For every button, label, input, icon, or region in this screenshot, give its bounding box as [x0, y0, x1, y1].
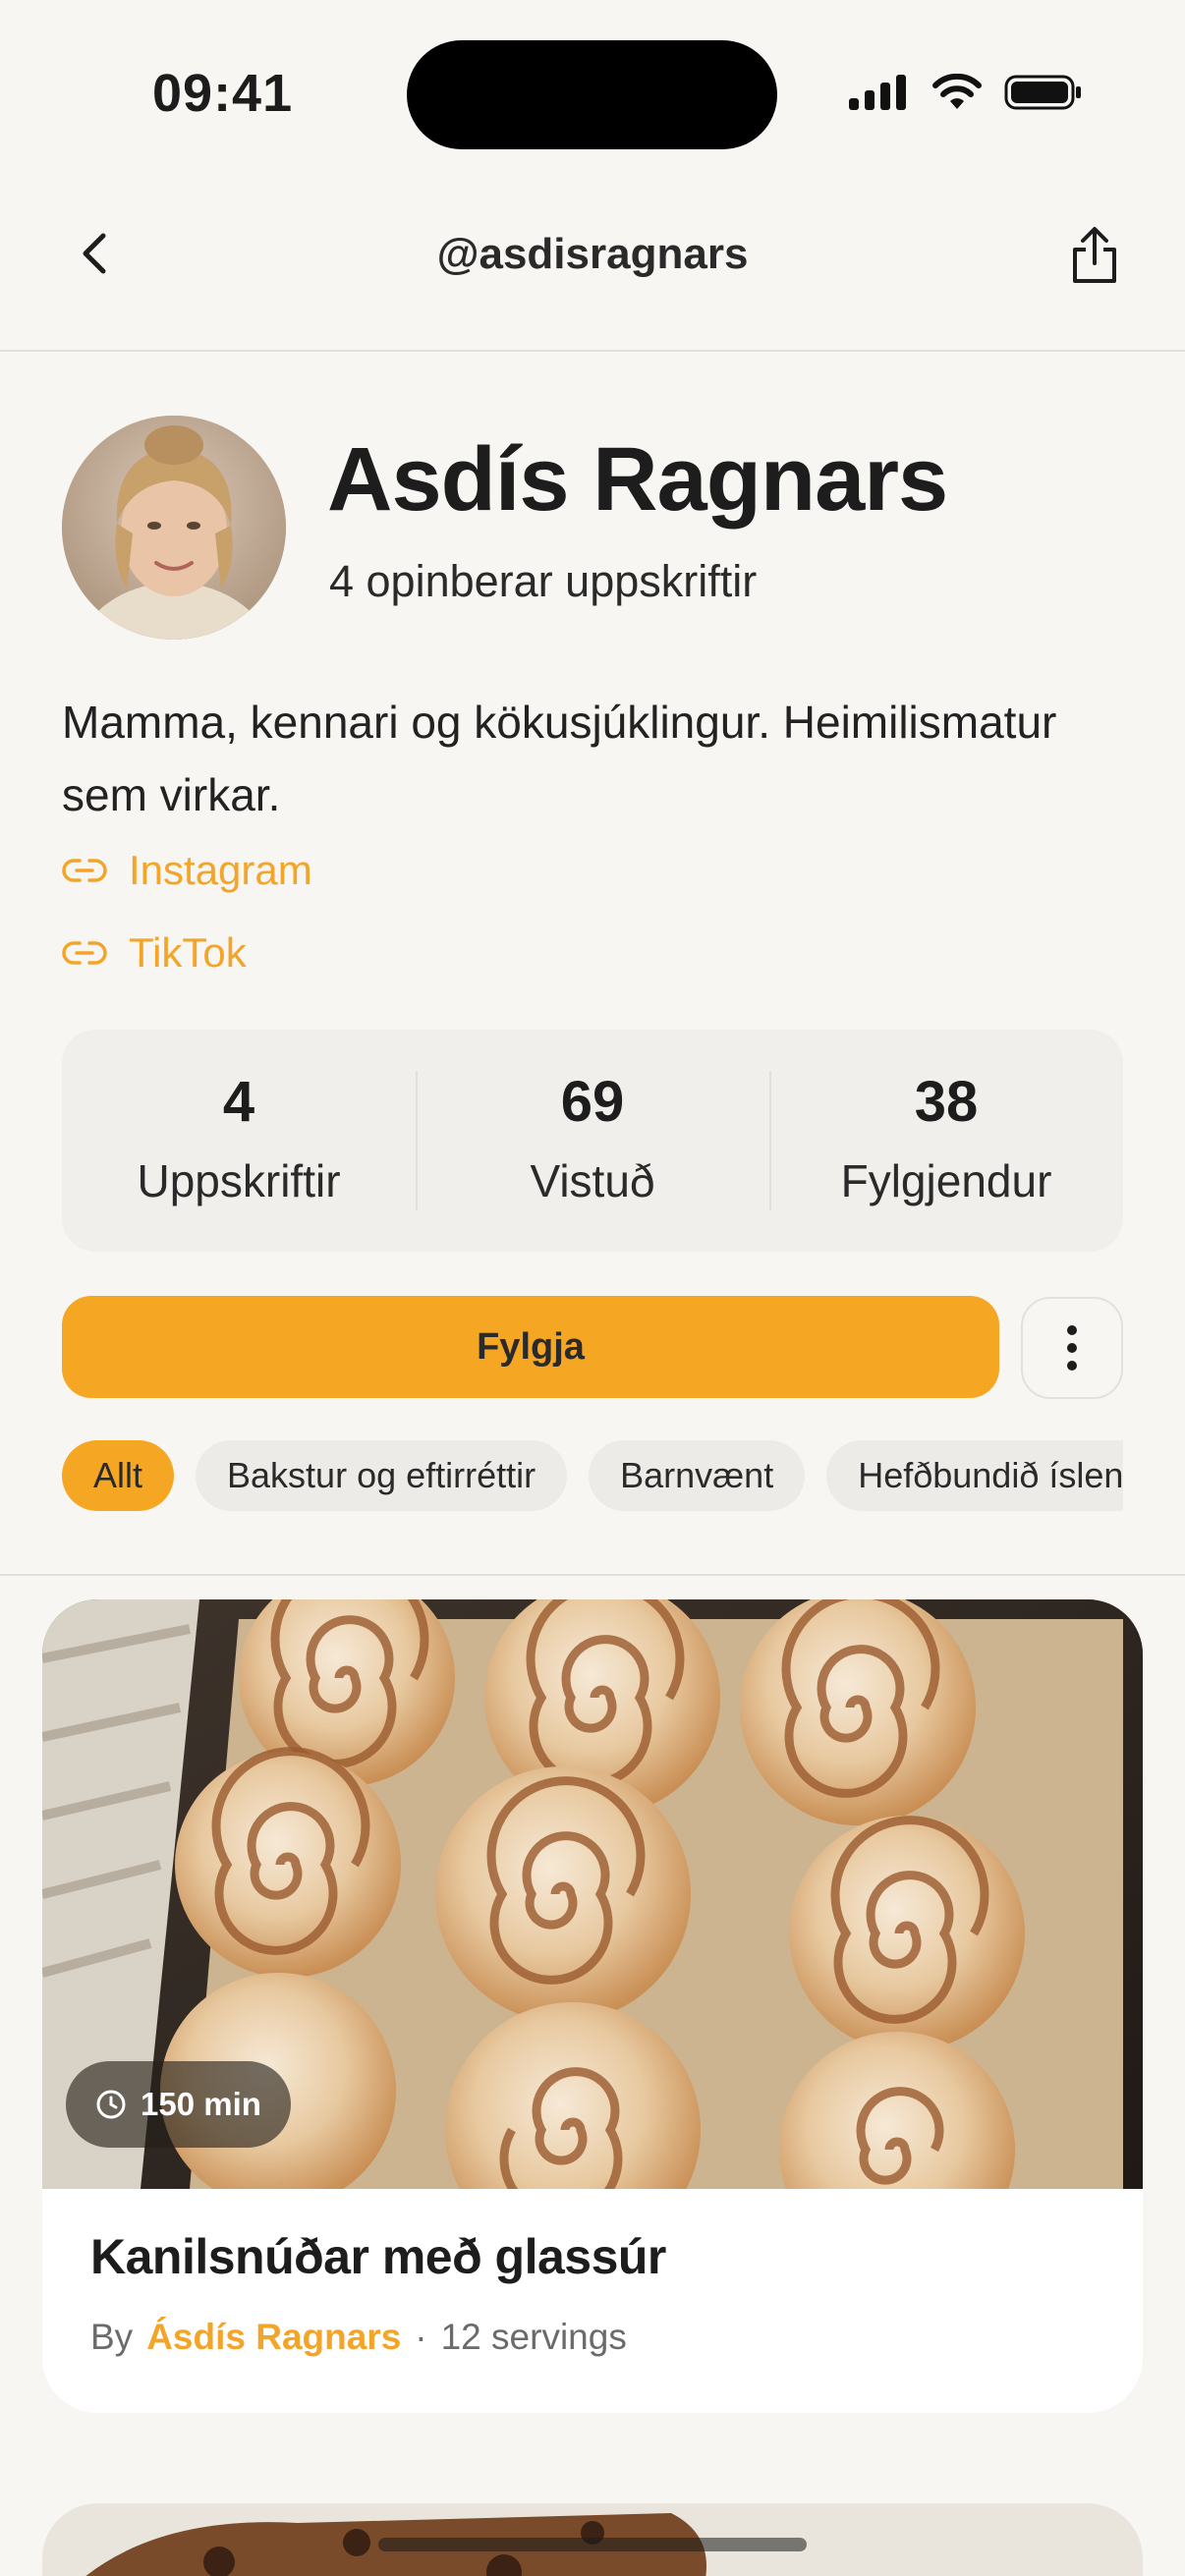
by-label: By — [90, 2317, 134, 2357]
instagram-link-label: Instagram — [129, 847, 312, 893]
recipe-card[interactable]: 150 min Kanilsnúðar með glassúr By Ásdís… — [42, 1599, 1143, 2413]
category-filter-track: Allt Bakstur og eftirréttir Barnvænt Hef… — [62, 1440, 1123, 1511]
recipe-image: 150 min — [42, 1599, 1143, 2189]
battery-icon — [1004, 75, 1081, 110]
recipe-count-subtitle: 4 opinberar uppskriftir — [329, 556, 758, 606]
cook-time-badge: 150 min — [66, 2061, 291, 2148]
section-divider — [0, 1574, 1185, 1576]
meta-separator: · — [415, 2317, 427, 2357]
recipe-title: Kanilsnúðar með glassúr — [90, 2229, 666, 2284]
profile-name: Asdís Ragnars — [327, 429, 948, 530]
filter-chip-kid-friendly[interactable]: Barnvænt — [589, 1440, 806, 1511]
stat-label: Fylgjendur — [840, 1155, 1052, 1206]
stat-value: 4 — [222, 1070, 255, 1134]
avatar — [62, 416, 286, 640]
share-icon — [1073, 227, 1116, 283]
filter-chip-all[interactable]: Allt — [62, 1440, 175, 1511]
stat-value: 69 — [560, 1070, 625, 1134]
category-filter-row: Allt Bakstur og eftirréttir Barnvænt Hef… — [62, 1440, 1123, 1515]
stat-saved[interactable]: 69 Vistuð — [416, 1030, 769, 1252]
more-options-button[interactable] — [1021, 1297, 1123, 1399]
nav-title: @asdisragnars — [436, 230, 749, 278]
filter-chip-baking[interactable]: Bakstur og eftirréttir — [196, 1440, 568, 1511]
recipe-servings: 12 servings — [440, 2317, 627, 2357]
filter-chip-traditional[interactable]: Hefðbundið íslenskt — [826, 1440, 1123, 1511]
stat-value: 38 — [914, 1070, 979, 1134]
follow-button[interactable]: Fylgja — [62, 1296, 999, 1398]
status-icons — [849, 73, 1083, 112]
stat-label: Vistuð — [530, 1155, 655, 1206]
cellular-signal-icon — [849, 75, 906, 110]
share-button[interactable] — [1059, 220, 1130, 291]
status-bar: 09:41 — [0, 0, 1185, 177]
wifi-icon — [932, 74, 982, 109]
more-vertical-icon — [1067, 1325, 1077, 1371]
stats-card: 4 Uppskriftir 69 Vistuð 38 Fylgjendur — [62, 1030, 1123, 1252]
profile-bio: Mamma, kennari og kökusjúklingur. Heimil… — [62, 697, 1057, 820]
stat-label: Uppskriftir — [137, 1155, 341, 1206]
stat-followers[interactable]: 38 Fylgjendur — [769, 1030, 1123, 1252]
home-indicator[interactable] — [378, 2538, 807, 2551]
tiktok-link-label: TikTok — [129, 929, 247, 976]
stat-recipes[interactable]: 4 Uppskriftir — [62, 1030, 416, 1252]
link-icon — [62, 941, 107, 965]
dynamic-island — [407, 40, 777, 149]
recipe-author-link[interactable]: Ásdís Ragnars — [146, 2317, 401, 2358]
profile-screen: 09:41 @asdisragnars Asdís Ragnars 4 opin… — [0, 0, 1185, 2576]
navigation-bar: @asdisragnars — [0, 187, 1185, 352]
status-time: 09:41 — [152, 64, 294, 123]
tiktok-link[interactable]: TikTok — [62, 929, 247, 977]
recipe-meta: By Ásdís Ragnars · 12 servings — [90, 2317, 627, 2358]
link-icon — [62, 859, 107, 882]
cook-time-label: 150 min — [141, 2086, 261, 2122]
clock-icon — [96, 2090, 126, 2119]
instagram-link[interactable]: Instagram — [62, 847, 312, 894]
